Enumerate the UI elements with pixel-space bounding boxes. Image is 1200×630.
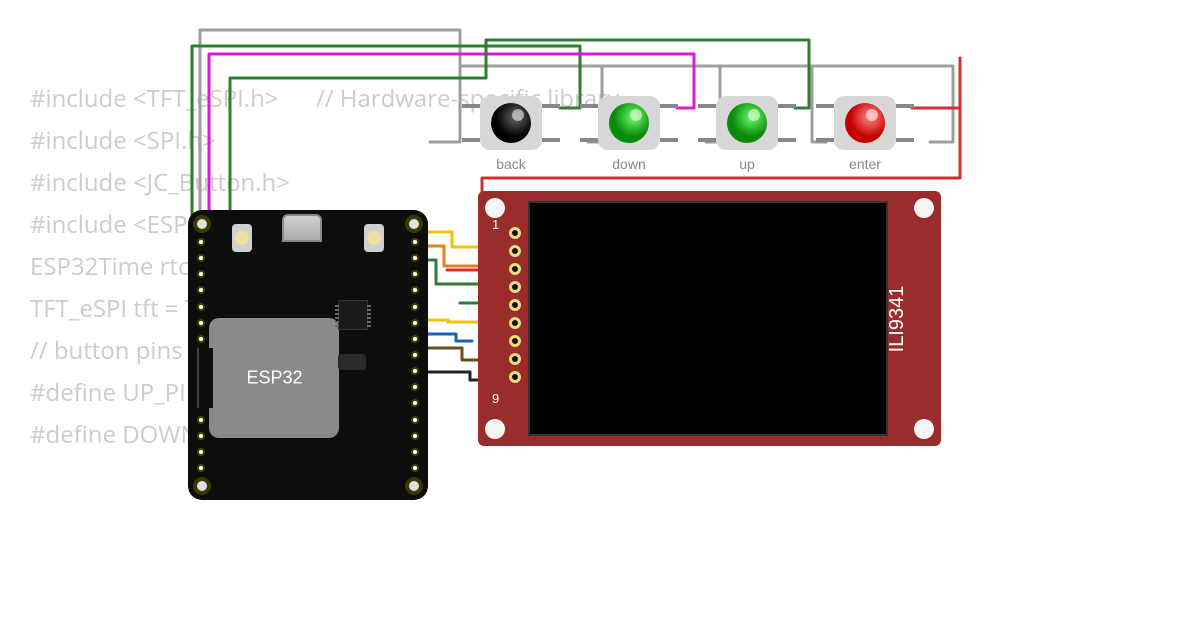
mcu-label: ESP32 [246, 368, 302, 389]
button-enter-label: enter [834, 156, 896, 172]
button-enter[interactable]: enter [834, 96, 896, 172]
display-screen [528, 201, 888, 436]
button-up-label: up [716, 156, 778, 172]
ili9341-display: ILI9341 1 9 [478, 191, 941, 446]
usb-port [282, 214, 322, 242]
wiring-diagram: ESP32 ILI9341 1 9 back down [0, 0, 1200, 630]
flash-chip [338, 300, 368, 330]
pin-num-first: 1 [492, 217, 499, 232]
button-down[interactable]: down [598, 96, 660, 172]
button-down-label: down [598, 156, 660, 172]
pin-num-last: 9 [492, 391, 499, 406]
button-up[interactable]: up [716, 96, 778, 172]
esp32-board: ESP32 [188, 210, 428, 500]
esp32-shield: ESP32 [209, 318, 339, 438]
display-model-label: ILI9341 [886, 285, 909, 352]
boot-button[interactable] [232, 224, 252, 252]
pin-header-bottom [411, 238, 419, 472]
button-back[interactable]: back [480, 96, 542, 172]
display-pin-header [509, 227, 527, 383]
capacitor [338, 354, 366, 370]
button-back-label: back [480, 156, 542, 172]
en-button[interactable] [364, 224, 384, 252]
